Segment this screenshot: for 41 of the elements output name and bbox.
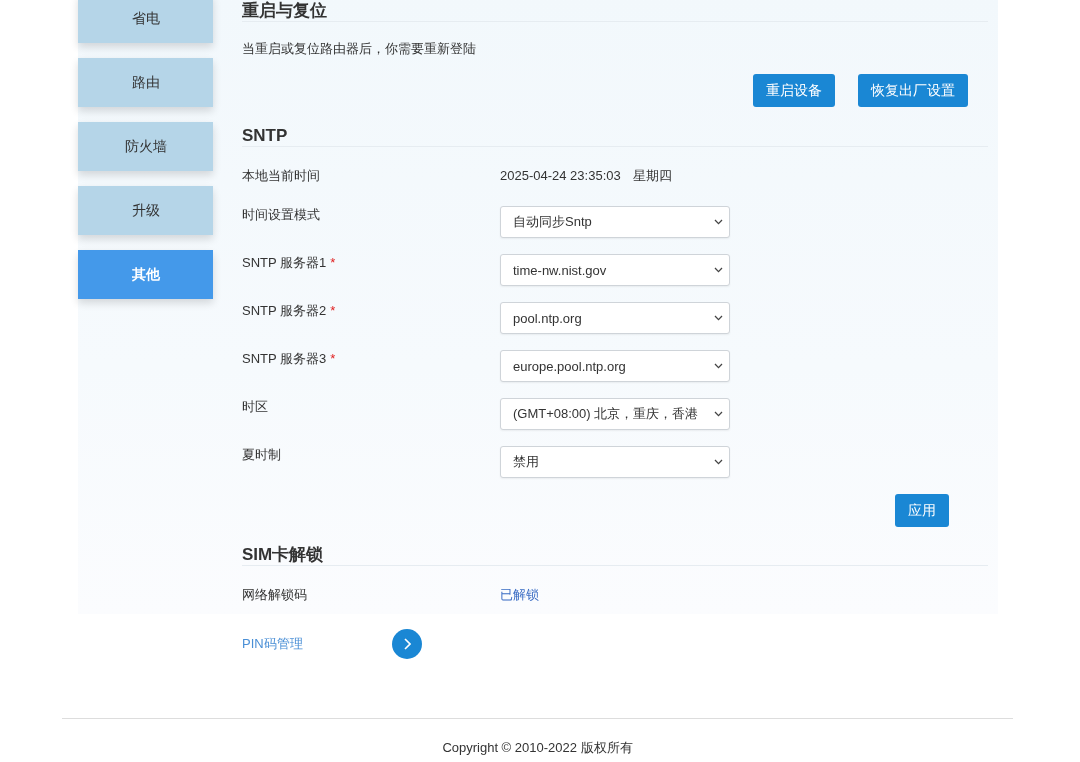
field-label: SNTP 服务器3 <box>242 350 327 368</box>
chevron-down-icon <box>714 459 723 465</box>
status-value: 已解锁 <box>500 586 539 604</box>
required-mark: * <box>330 350 336 368</box>
required-mark: * <box>330 254 336 272</box>
chevron-down-icon <box>714 315 723 321</box>
copyright-text: Copyright © 2010-2022 版权所有 <box>442 739 633 757</box>
required-mark: * <box>330 302 336 320</box>
field-label: 网络解锁码 <box>242 586 307 604</box>
weekday-value: 星期四 <box>632 167 672 185</box>
sidebar-item[interactable]: 省电 <box>78 0 213 43</box>
chevron-down-icon <box>714 411 723 417</box>
field-label: 本地当前时间 <box>242 167 320 185</box>
dropdown[interactable]: 禁用 <box>500 446 730 478</box>
time-value: 2025-04-24 23:35:03 <box>500 167 621 185</box>
section-title: 重启与复位 <box>242 0 988 22</box>
dropdown[interactable]: europe.pool.ntp.org <box>500 350 730 382</box>
description-text: 当重启或复位路由器后，你需要重新登陆 <box>242 40 477 58</box>
sidebar-item[interactable]: 防火墙 <box>78 122 213 171</box>
chevron-right-icon <box>403 638 411 650</box>
dropdown[interactable]: time-nw.nist.gov <box>500 254 730 286</box>
field-label: SNTP 服务器2 <box>242 302 327 320</box>
chevron-down-icon <box>714 363 723 369</box>
section-title: SNTP <box>242 125 988 147</box>
field-label: 时间设置模式 <box>242 206 320 224</box>
field-label: 时区 <box>242 398 268 416</box>
chevron-down-icon <box>714 219 723 225</box>
sidebar-item[interactable]: 升级 <box>78 186 213 235</box>
next-button[interactable] <box>392 629 422 659</box>
chevron-down-icon <box>714 267 723 273</box>
action-button[interactable]: 恢复出厂设置 <box>858 74 968 107</box>
dropdown[interactable]: pool.ntp.org <box>500 302 730 334</box>
field-label: SNTP 服务器1 <box>242 254 327 272</box>
section-title: SIM卡解锁 <box>242 544 988 566</box>
dropdown[interactable]: (GMT+08:00) 北京，重庆，香港 <box>500 398 730 430</box>
apply-button[interactable]: 应用 <box>895 494 949 527</box>
dropdown[interactable]: 自动同步Sntp <box>500 206 730 238</box>
pin-manage-link[interactable]: PIN码管理 <box>242 635 303 653</box>
sidebar-item[interactable]: 路由 <box>78 58 213 107</box>
field-label: 夏时制 <box>242 446 281 464</box>
action-button[interactable]: 重启设备 <box>753 74 835 107</box>
